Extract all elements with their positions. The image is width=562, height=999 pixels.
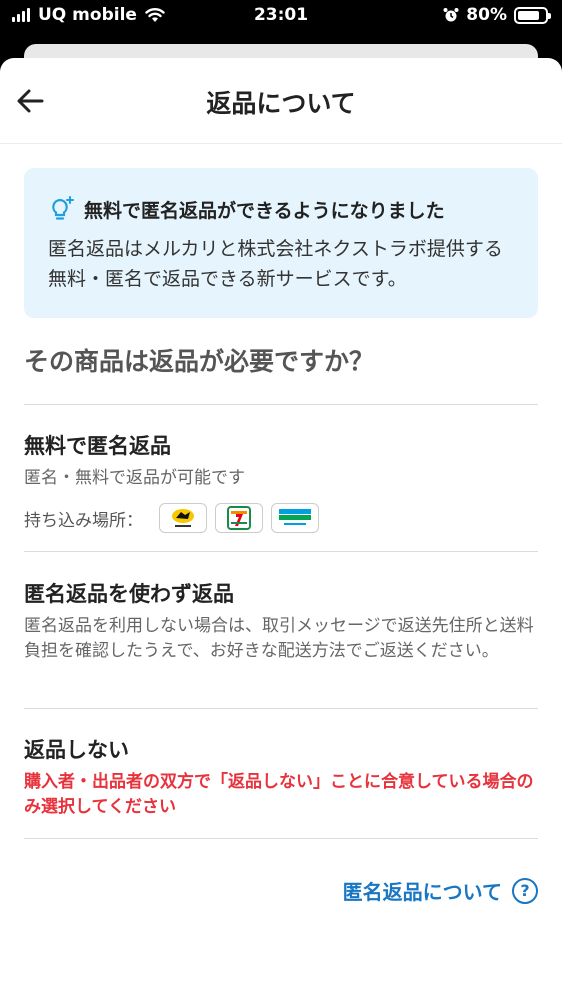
info-body: 匿名返品はメルカリと株式会社ネクストラボ提供する無料・匿名で返品できる新サービス… xyxy=(48,238,503,290)
info-title: 無料で匿名返品ができるようになりました xyxy=(84,199,445,222)
question-circle-icon: ? xyxy=(512,877,538,904)
dropoff-locations: 持ち込み場所： xyxy=(24,503,538,533)
lightbulb-icon xyxy=(52,196,74,220)
question-heading: その商品は返品が必要ですか？ xyxy=(24,347,375,376)
help-link-anonymous-return[interactable]: 匿名返品について ? xyxy=(343,876,538,905)
yamato-icon xyxy=(159,503,207,533)
option-return-without-anonymous[interactable]: 匿名返品を使わず返品 匿名返品を利用しない場合は、取引メッセージで返送先住所と送… xyxy=(24,578,538,664)
return-sheet: 返品について 無料で匿名返品ができるようになりました 匿名返品はメルカリと株式会… xyxy=(0,58,562,999)
divider xyxy=(24,708,538,709)
info-banner: 無料で匿名返品ができるようになりました 匿名返品はメルカリと株式会社ネクストラボ… xyxy=(24,168,538,318)
dropoff-label: 持ち込み場所： xyxy=(24,510,143,531)
status-bar: UQ mobile 23:01 80% xyxy=(0,0,562,34)
divider xyxy=(24,551,538,552)
option-title: 無料で匿名返品 xyxy=(24,434,171,458)
option-no-return[interactable]: 返品しない 購入者・出品者の双方で「返品しない」ことに合意している場合のみ選択し… xyxy=(24,734,538,820)
header: 返品について xyxy=(0,58,562,144)
divider xyxy=(24,838,538,839)
battery-level xyxy=(518,10,539,20)
page-title: 返品について xyxy=(206,89,356,118)
option-desc: 匿名・無料で返品が可能です xyxy=(24,468,245,488)
option-title: 匿名返品を使わず返品 xyxy=(24,582,234,606)
familymart-icon xyxy=(271,503,319,533)
option-desc: 匿名返品を利用しない場合は、取引メッセージで返送先住所と送料負担を確認したうえで… xyxy=(24,616,534,661)
seven-eleven-icon xyxy=(215,503,263,533)
help-link-label: 匿名返品について xyxy=(342,880,502,904)
option-anonymous-return[interactable]: 無料で匿名返品 匿名・無料で返品が可能です 持ち込み場所： xyxy=(24,430,538,533)
battery-percent: 80% xyxy=(466,5,507,25)
alarm-icon xyxy=(443,8,459,22)
battery-icon xyxy=(514,6,551,24)
option-warning: 購入者・出品者の双方で「返品しない」ことに合意している場合のみ選択してください xyxy=(24,772,534,817)
divider xyxy=(24,404,538,405)
option-title: 返品しない xyxy=(24,738,129,762)
